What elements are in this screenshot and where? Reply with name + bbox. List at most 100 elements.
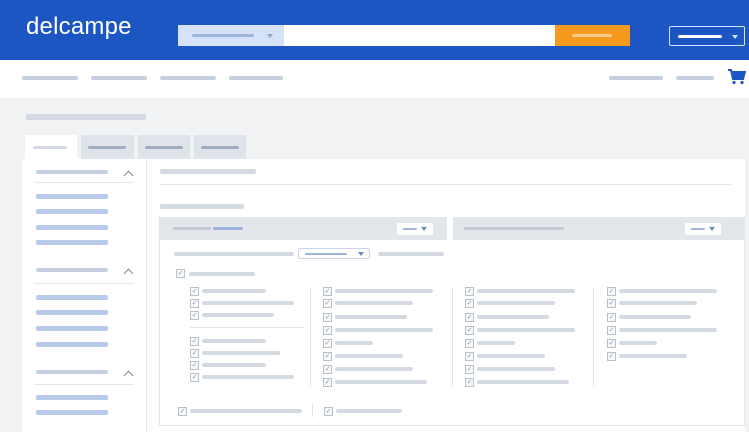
- filter-sidebar: [22, 159, 147, 432]
- filter-checkbox[interactable]: ✓: [465, 378, 474, 387]
- checkbox-label: [619, 289, 717, 293]
- filter-checkbox[interactable]: ✓: [190, 373, 199, 382]
- tab-4-label: [201, 146, 239, 149]
- login-link[interactable]: [676, 76, 714, 80]
- filter-checkbox[interactable]: ✓: [465, 299, 474, 308]
- filter-checkbox[interactable]: ✓: [465, 287, 474, 296]
- sidebar-link[interactable]: [36, 410, 108, 415]
- checkbox-label: [619, 328, 717, 332]
- checkbox-label: [477, 354, 545, 358]
- checkbox-label: [619, 315, 691, 319]
- checkbox-label: [202, 313, 274, 317]
- chevron-up-icon[interactable]: [123, 370, 134, 381]
- filter-value-link[interactable]: [213, 227, 243, 230]
- main-panel: ✓ ✓ ✓ ✓ ✓ ✓ ✓ ✓ ✓ ✓ ✓ ✓ ✓ ✓ ✓ ✓ ✓ ✓ ✓ ✓ …: [22, 159, 745, 432]
- filter-box-header-right: [453, 217, 745, 240]
- nav-link-2[interactable]: [91, 76, 147, 80]
- filter-checkbox[interactable]: ✓: [323, 378, 332, 387]
- filter-checkbox[interactable]: ✓: [323, 352, 332, 361]
- checkbox-label: [202, 363, 266, 367]
- site-logo[interactable]: delcampe: [26, 13, 132, 41]
- filter-label: [173, 227, 211, 230]
- nav-link-4[interactable]: [229, 76, 283, 80]
- filter-checkbox[interactable]: ✓: [465, 339, 474, 348]
- filter-dropdown[interactable]: [685, 223, 721, 235]
- column-divider: [452, 287, 453, 387]
- filter-checkbox[interactable]: ✓: [607, 313, 616, 322]
- breadcrumb[interactable]: [26, 114, 146, 120]
- category-select[interactable]: [178, 25, 284, 46]
- search-input[interactable]: [284, 25, 555, 46]
- account-link[interactable]: [609, 76, 663, 80]
- filter-checkbox[interactable]: ✓: [178, 407, 187, 416]
- checkbox-label: [202, 339, 266, 343]
- top-header: delcampe: [0, 0, 749, 60]
- filter-checkbox[interactable]: ✓: [465, 365, 474, 374]
- checkbox-label: [190, 409, 302, 413]
- search-bar: [178, 25, 630, 46]
- filter-checkbox[interactable]: ✓: [607, 287, 616, 296]
- filter-checkbox[interactable]: ✓: [324, 407, 333, 416]
- filter-checkbox[interactable]: ✓: [465, 352, 474, 361]
- filter-dropdown[interactable]: [397, 223, 433, 235]
- tab-2[interactable]: [81, 135, 134, 159]
- divider: [160, 184, 732, 185]
- filter-checkbox[interactable]: ✓: [190, 287, 199, 296]
- sidebar-link[interactable]: [36, 209, 108, 214]
- sidebar-link[interactable]: [36, 310, 108, 315]
- cart-icon[interactable]: [728, 69, 746, 85]
- chevron-down-icon: [709, 227, 715, 231]
- column-divider: [312, 403, 313, 417]
- tab-1-label: [33, 146, 67, 149]
- filter-checkbox[interactable]: ✓: [607, 339, 616, 348]
- filter-checkbox[interactable]: ✓: [465, 326, 474, 335]
- sidebar-link[interactable]: [36, 326, 108, 331]
- sidebar-link[interactable]: [36, 240, 108, 245]
- filters-title: [160, 204, 244, 209]
- sidebar-link[interactable]: [36, 225, 108, 230]
- tab-3-label: [145, 146, 183, 149]
- secondary-nav: [0, 60, 749, 98]
- filter-checkbox[interactable]: ✓: [323, 313, 332, 322]
- search-button-label: [572, 34, 612, 37]
- filter-checkbox[interactable]: ✓: [323, 326, 332, 335]
- filter-checkbox[interactable]: ✓: [465, 313, 474, 322]
- chevron-up-icon[interactable]: [123, 170, 134, 181]
- filter-checkbox[interactable]: ✓: [607, 299, 616, 308]
- sidebar-link[interactable]: [36, 194, 108, 199]
- checkbox-label: [335, 354, 403, 358]
- filter-checkbox[interactable]: ✓: [190, 361, 199, 370]
- tab-4[interactable]: [194, 135, 246, 159]
- language-select[interactable]: [669, 26, 745, 46]
- nav-link-3[interactable]: [160, 76, 216, 80]
- filter-checkbox[interactable]: ✓: [323, 287, 332, 296]
- filter-checkbox[interactable]: ✓: [323, 339, 332, 348]
- filter-box-header-left: [159, 217, 447, 240]
- checkbox-label: [477, 328, 575, 332]
- checkbox-label: [477, 341, 515, 345]
- sidebar-section-title: [36, 370, 108, 374]
- sort-select[interactable]: [298, 248, 370, 259]
- checkbox-label: [335, 367, 413, 371]
- nav-link-1[interactable]: [22, 76, 78, 80]
- sidebar-link[interactable]: [36, 395, 108, 400]
- filter-checkbox[interactable]: ✓: [607, 352, 616, 361]
- filter-checkbox[interactable]: ✓: [190, 349, 199, 358]
- filter-checkbox[interactable]: ✓: [607, 326, 616, 335]
- select-all-checkbox[interactable]: ✓: [176, 269, 185, 278]
- filter-checkbox[interactable]: ✓: [323, 299, 332, 308]
- sidebar-link[interactable]: [36, 342, 108, 347]
- sidebar-link[interactable]: [36, 295, 108, 300]
- column-divider: [593, 287, 594, 387]
- tab-3[interactable]: [138, 135, 190, 159]
- filter-checkbox[interactable]: ✓: [190, 299, 199, 308]
- tab-1[interactable]: [25, 135, 77, 159]
- filter-checkbox[interactable]: ✓: [323, 365, 332, 374]
- search-button[interactable]: [555, 25, 630, 46]
- checkbox-label: [477, 301, 555, 305]
- chevron-up-icon[interactable]: [123, 268, 134, 279]
- filter-checkbox[interactable]: ✓: [190, 337, 199, 346]
- checkbox-label: [335, 315, 407, 319]
- filter-checkbox[interactable]: ✓: [190, 311, 199, 320]
- divider: [34, 182, 134, 183]
